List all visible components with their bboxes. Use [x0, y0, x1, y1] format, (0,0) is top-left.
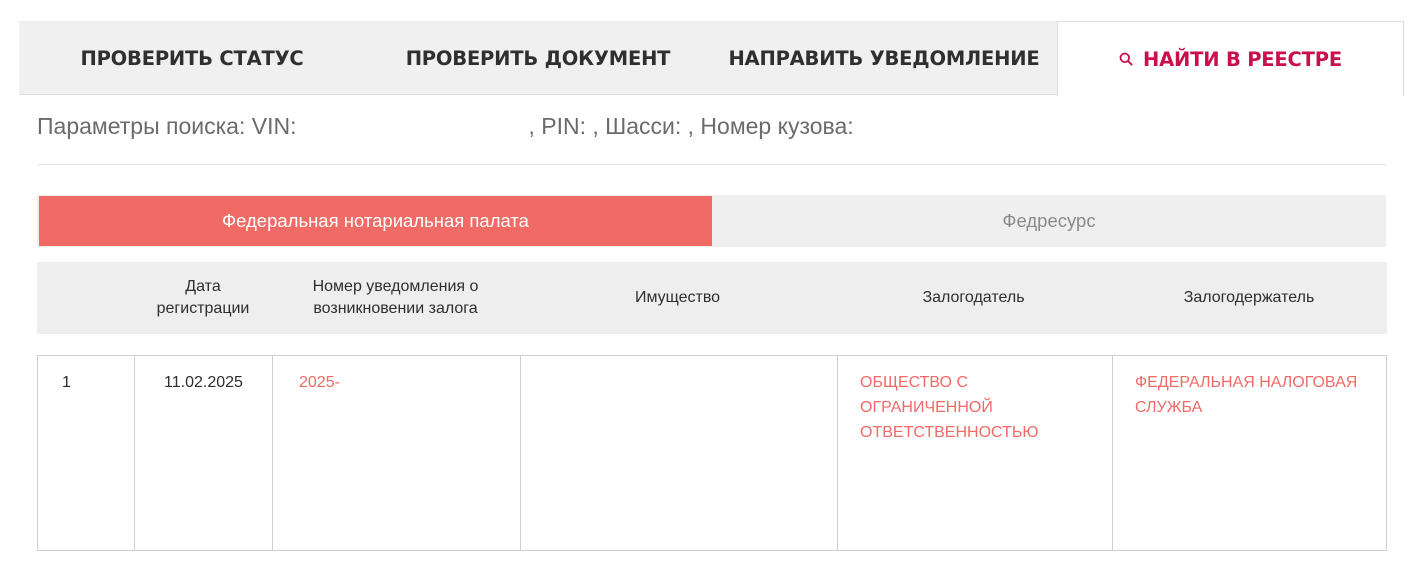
search-parameters: Параметры поиска: VIN: , PIN: , Шасси: , …	[37, 113, 854, 140]
row-pledgee-cell: ФЕДЕРАЛЬНАЯ НАЛОГОВАЯ СЛУЖБА	[1112, 356, 1386, 550]
column-header-pledgee-label: Залогодержатель	[1183, 289, 1315, 306]
column-header-date-label: Дата регистрации	[156, 278, 250, 317]
source-tab-notary-chamber[interactable]: Федеральная нотариальная палата	[39, 196, 712, 246]
tab-label: ПРОВЕРИТЬ ДОКУМЕНТ	[405, 46, 671, 70]
tab-label: НАЙТИ В РЕЕСТРЕ	[1143, 47, 1342, 71]
tab-send-notification[interactable]: НАПРАВИТЬ УВЕДОМЛЕНИЕ	[711, 21, 1057, 95]
tab-check-document[interactable]: ПРОВЕРИТЬ ДОКУМЕНТ	[365, 21, 711, 95]
row-registration-date: 11.02.2025	[134, 356, 272, 550]
row-notification-number-cell: 2025-	[272, 356, 520, 550]
column-header-property: Имущество	[519, 262, 836, 334]
registry-tabs: ПРОВЕРИТЬ СТАТУС ПРОВЕРИТЬ ДОКУМЕНТ НАПР…	[19, 21, 1404, 96]
column-header-property-label: Имущество	[634, 289, 721, 306]
tab-find-in-registry[interactable]: НАЙТИ В РЕЕСТРЕ	[1057, 21, 1404, 96]
table-header: Дата регистрации Номер уведомления о воз…	[37, 262, 1387, 334]
column-header-pledgor-label: Залогодатель	[922, 289, 1025, 306]
pledgee-link[interactable]: ФЕДЕРАЛЬНАЯ НАЛОГОВАЯ СЛУЖБА	[1135, 374, 1357, 416]
column-header-date: Дата регистрации	[134, 262, 272, 334]
source-tab-fedresurs[interactable]: Федресурс	[712, 195, 1386, 247]
notification-number-link[interactable]: 2025-	[299, 374, 340, 391]
table-row: 1 11.02.2025 2025- ОБЩЕСТВО С ОГРАНИЧЕНН…	[37, 355, 1387, 551]
divider	[37, 164, 1387, 165]
search-params-rest: , PIN: , Шасси: , Номер кузова:	[528, 113, 854, 139]
tab-label: НАПРАВИТЬ УВЕДОМЛЕНИЕ	[728, 46, 1040, 70]
search-icon	[1119, 52, 1133, 66]
row-index: 1	[62, 374, 71, 391]
source-tab-label: Федеральная нотариальная палата	[222, 210, 529, 231]
row-property	[520, 356, 837, 550]
column-header-pledgee: Залогодержатель	[1111, 262, 1387, 334]
column-header-pledgor: Залогодатель	[836, 262, 1111, 334]
row-pledgor-cell: ОБЩЕСТВО С ОГРАНИЧЕННОЙ ОТВЕТСТВЕННОСТЬЮ	[837, 356, 1112, 550]
source-switch: Федеральная нотариальная палата Федресур…	[37, 195, 1386, 247]
pledgor-link[interactable]: ОБЩЕСТВО С ОГРАНИЧЕННОЙ ОТВЕТСТВЕННОСТЬЮ	[860, 374, 1039, 441]
tab-check-status[interactable]: ПРОВЕРИТЬ СТАТУС	[19, 21, 365, 95]
tab-label: ПРОВЕРИТЬ СТАТУС	[80, 46, 304, 70]
search-params-prefix: Параметры поиска: VIN:	[37, 113, 297, 139]
source-tab-label: Федресурс	[1002, 210, 1096, 231]
column-header-number-label: Номер уведомления о возникновении залога	[312, 278, 479, 317]
column-header-notification-number: Номер уведомления о возникновении залога	[272, 262, 519, 334]
